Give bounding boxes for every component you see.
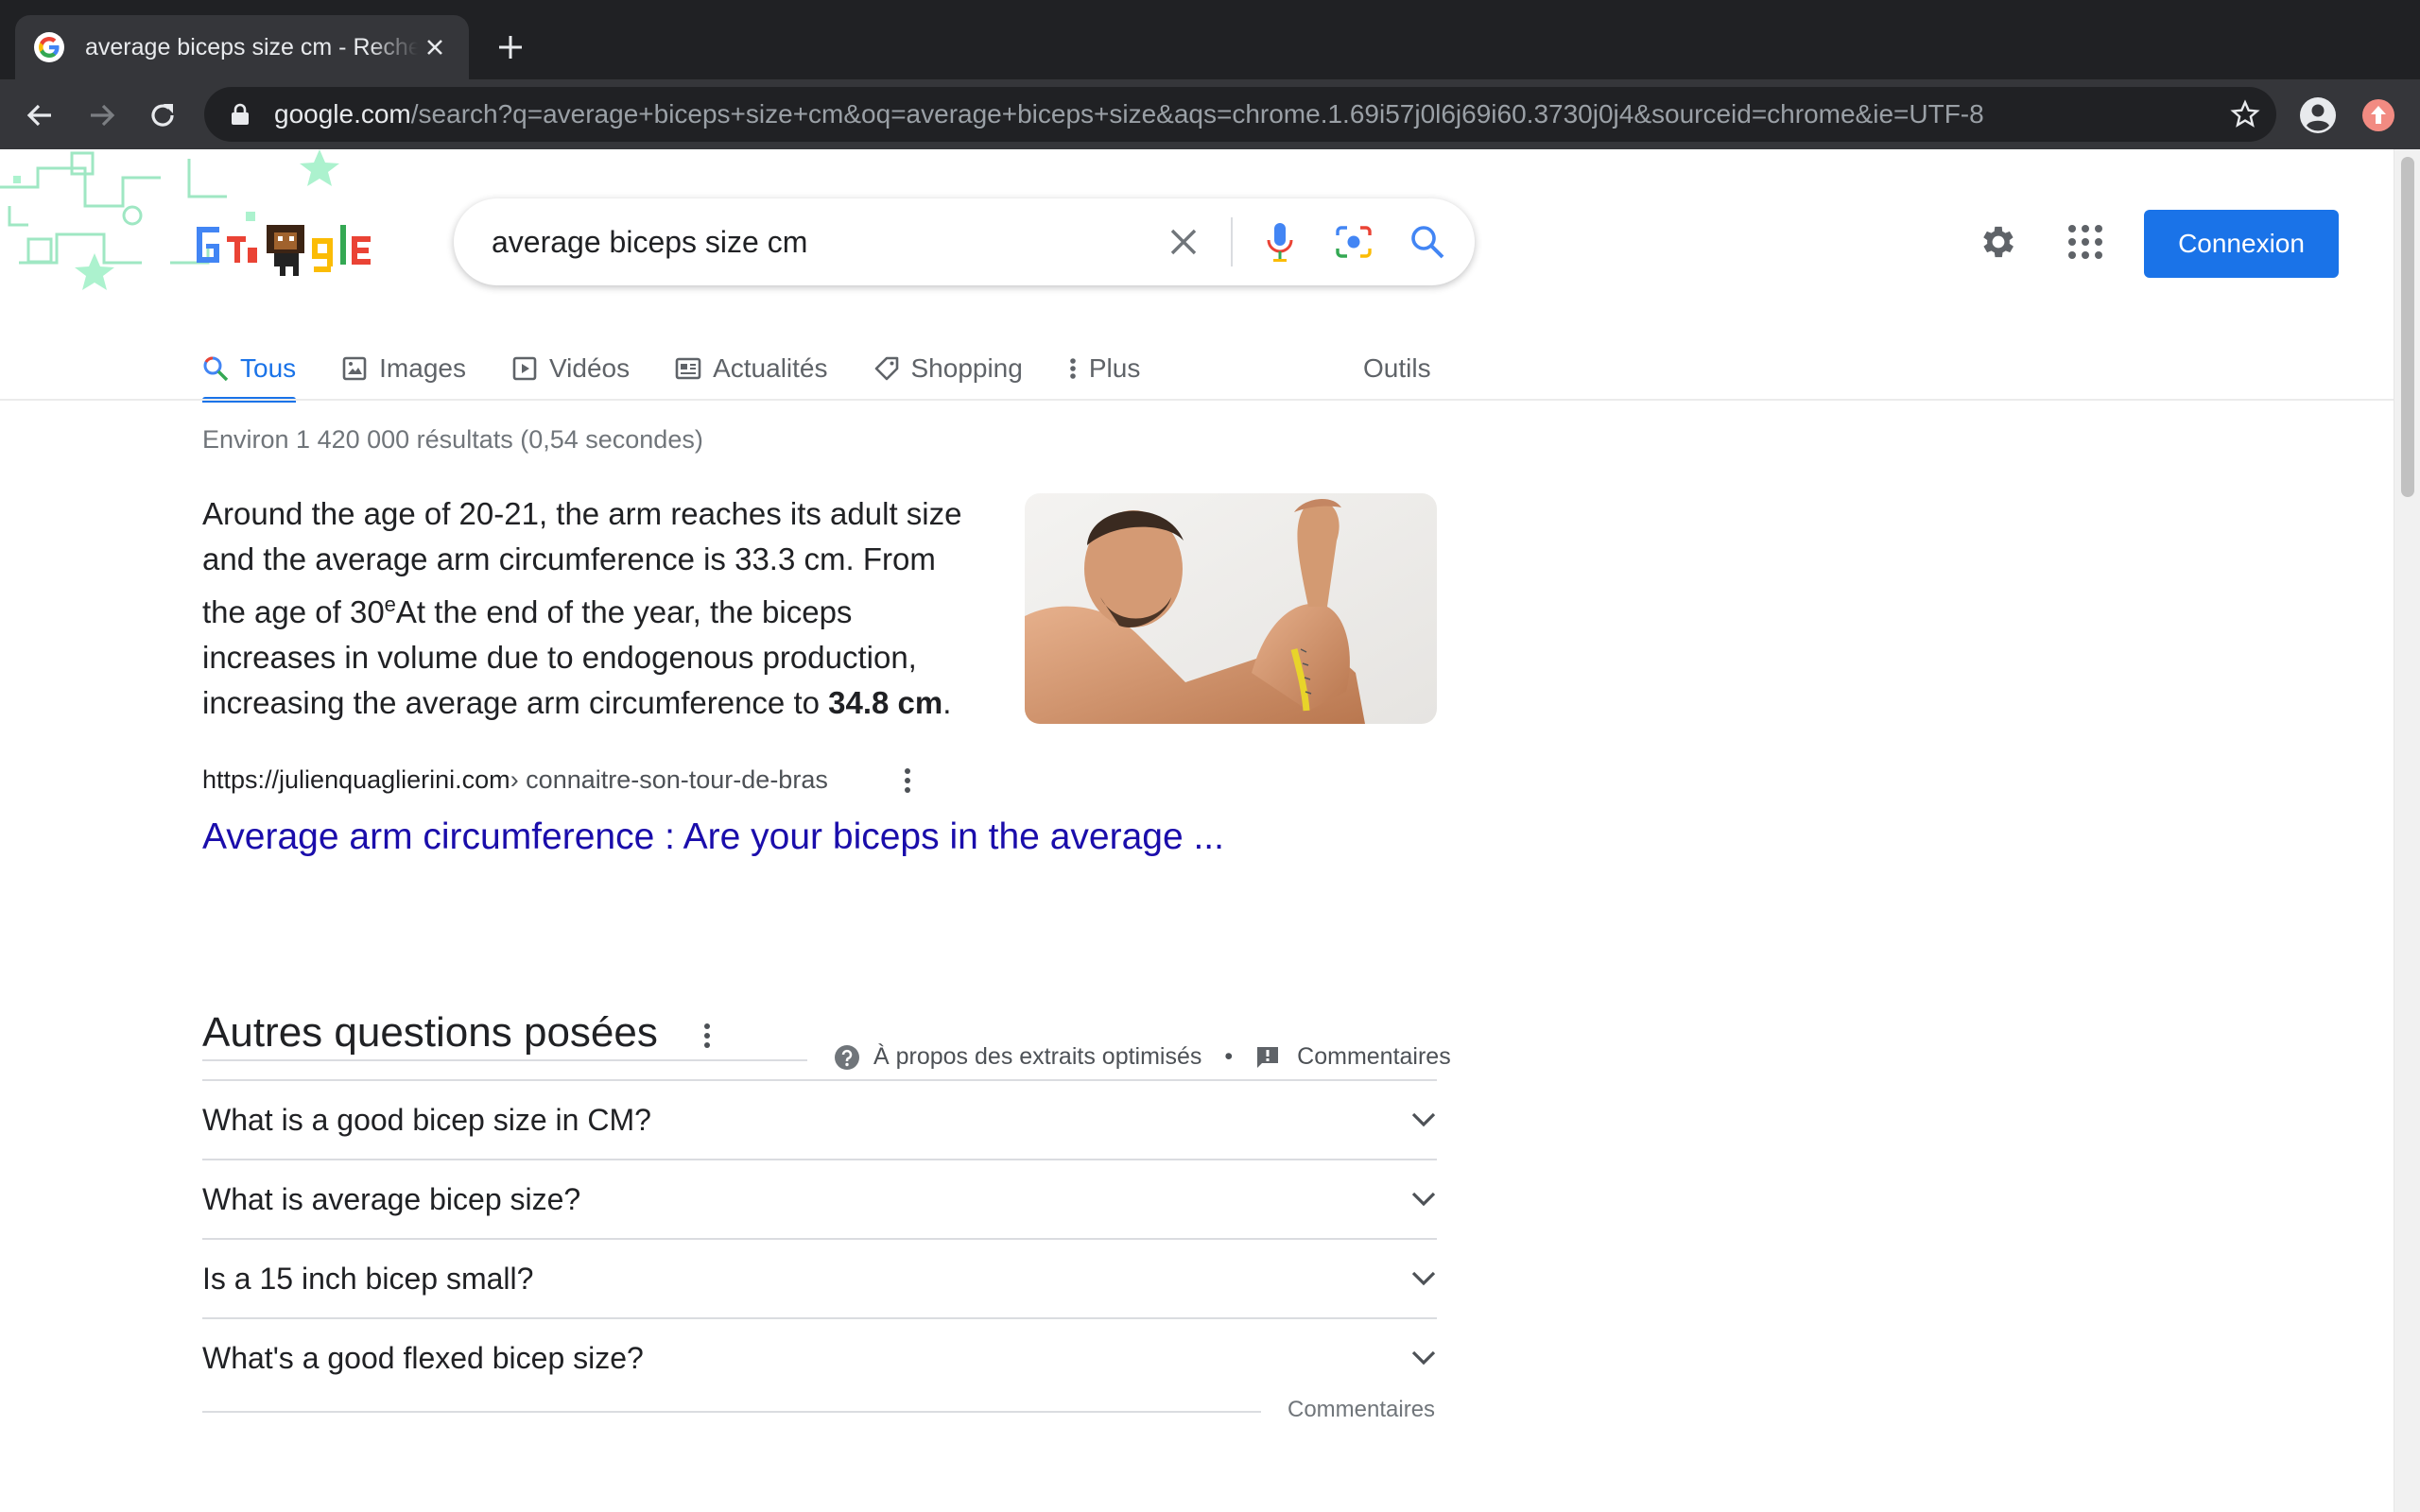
chevron-down-icon xyxy=(1411,1350,1436,1366)
bookmark-star-icon[interactable] xyxy=(2225,94,2265,134)
tabs-divider xyxy=(0,399,2394,401)
update-icon[interactable] xyxy=(2358,94,2399,136)
new-tab-icon[interactable] xyxy=(492,28,529,66)
chevron-down-icon xyxy=(1411,1112,1436,1127)
google-doodle-logo[interactable] xyxy=(0,149,378,291)
result-cite[interactable]: https://julienquaglierini.com › connaitr… xyxy=(202,765,828,795)
paa-question-text: What's a good flexed bicep size? xyxy=(202,1340,644,1375)
search-tabs: Tous Images Vidéos Actualités Shopping P… xyxy=(202,338,1185,403)
close-tab-icon[interactable] xyxy=(420,32,450,62)
search-box[interactable]: average biceps size cm xyxy=(454,198,1475,285)
paa-question-text: What is average bicep size? xyxy=(202,1181,581,1216)
reload-icon[interactable] xyxy=(142,94,183,136)
snippet-feedback-link[interactable]: Commentaires xyxy=(1297,1043,1451,1071)
about-snippets-link[interactable]: À propos des extraits optimisés xyxy=(873,1043,1201,1071)
more-vert-icon xyxy=(1070,358,1076,379)
back-arrow-icon[interactable] xyxy=(19,94,60,136)
url-text[interactable]: google.com/search?q=average+biceps+size+… xyxy=(274,99,1984,129)
forward-arrow-icon[interactable] xyxy=(81,94,123,136)
url-host: google.com xyxy=(274,99,411,129)
browser-tab[interactable]: average biceps size cm - Recherche Googl… xyxy=(15,15,469,79)
paa-question[interactable]: What's a good flexed bicep size? xyxy=(202,1317,1437,1397)
tab-videos[interactable]: Vidéos xyxy=(511,338,630,399)
paa-more-options-icon[interactable] xyxy=(690,1019,724,1053)
paa-question[interactable]: What is average bicep size? xyxy=(202,1159,1437,1238)
search-input[interactable]: average biceps size cm xyxy=(492,225,1157,260)
featured-snippet-text: Around the age of 20-21, the arm reaches… xyxy=(202,491,977,726)
tab-more-label: Plus xyxy=(1088,353,1141,383)
price-tag-icon xyxy=(874,356,898,381)
cite-path: › connaitre-son-tour-de-bras xyxy=(510,765,828,794)
paa-question[interactable]: Is a 15 inch bicep small? xyxy=(202,1238,1437,1317)
tab-videos-label: Vidéos xyxy=(548,353,631,383)
paa-question-text: What is a good bicep size in CM? xyxy=(202,1102,651,1137)
snippet-footer-divider xyxy=(202,1059,807,1061)
tab-news[interactable]: Actualités xyxy=(675,338,828,399)
tab-images[interactable]: Images xyxy=(341,338,466,399)
address-bar[interactable]: google.com/search?q=average+biceps+size+… xyxy=(204,87,2276,142)
tab-shopping[interactable]: Shopping xyxy=(873,338,1023,399)
camera-lens-icon[interactable] xyxy=(1327,215,1380,268)
snippet-text-end: . xyxy=(942,685,952,720)
image-icon xyxy=(342,356,367,381)
tab-title: average biceps size cm - Recherche Googl… xyxy=(85,33,418,60)
result-stats: Environ 1 420 000 résultats (0,54 second… xyxy=(202,425,703,454)
snippet-highlight: 34.8 cm xyxy=(828,685,943,720)
browser-toolbar: google.com/search?q=average+biceps+size+… xyxy=(0,79,2420,149)
tools-button[interactable]: Outils xyxy=(1363,338,1431,399)
paa-heading: Autres questions posées xyxy=(202,1009,658,1056)
snippet-footer: À propos des extraits optimisés • Commen… xyxy=(834,1043,1451,1071)
search-icon xyxy=(203,356,229,382)
browser-tabstrip: average biceps size cm - Recherche Googl… xyxy=(0,0,2420,79)
search-results-page: average biceps size cm Connexion Tous Im… xyxy=(0,149,2394,1512)
video-play-icon xyxy=(512,356,537,381)
url-path: /search?q=average+biceps+size+cm&oq=aver… xyxy=(410,99,1984,129)
newspaper-icon xyxy=(675,357,701,380)
settings-gear-icon[interactable] xyxy=(1972,215,2025,268)
signin-button[interactable]: Connexion xyxy=(2144,210,2339,278)
snippet-image[interactable] xyxy=(1025,493,1437,724)
tab-all[interactable]: Tous xyxy=(202,338,297,403)
apps-grid-icon[interactable] xyxy=(2059,215,2112,268)
paa-feedback-link[interactable]: Commentaires xyxy=(1288,1397,1435,1423)
search-icon[interactable] xyxy=(1401,215,1454,268)
help-circle-icon[interactable] xyxy=(834,1044,860,1071)
tab-images-label: Images xyxy=(379,353,466,383)
chevron-down-icon xyxy=(1411,1271,1436,1286)
searchbox-divider xyxy=(1231,217,1233,266)
profile-avatar-icon[interactable] xyxy=(2297,94,2339,136)
scrollbar-thumb[interactable] xyxy=(2401,157,2414,497)
paa-footer-divider xyxy=(202,1411,1261,1413)
tab-shopping-label: Shopping xyxy=(910,353,1023,383)
result-more-options-icon[interactable] xyxy=(890,764,925,798)
paa-question[interactable]: What is a good bicep size in CM? xyxy=(202,1079,1437,1159)
tab-more[interactable]: Plus xyxy=(1068,338,1140,399)
feedback-icon[interactable] xyxy=(1255,1045,1280,1070)
result-title-link[interactable]: Average arm circumference : Are your bic… xyxy=(202,816,1224,858)
paa-question-text: Is a 15 inch bicep small? xyxy=(202,1261,534,1296)
tab-all-label: Tous xyxy=(240,353,297,383)
footer-separator: • xyxy=(1224,1043,1234,1070)
clear-search-icon[interactable] xyxy=(1157,215,1210,268)
tab-news-label: Actualités xyxy=(713,353,828,383)
lock-icon[interactable] xyxy=(227,101,253,128)
chevron-down-icon xyxy=(1411,1192,1436,1207)
google-favicon-icon xyxy=(34,32,64,62)
paa-list: What is a good bicep size in CM? What is… xyxy=(202,1079,1437,1397)
page-scrollbar[interactable] xyxy=(2394,149,2420,1512)
snippet-superscript: e xyxy=(384,593,396,616)
cite-domain: https://julienquaglierini.com xyxy=(202,765,510,794)
microphone-icon[interactable] xyxy=(1253,215,1306,268)
